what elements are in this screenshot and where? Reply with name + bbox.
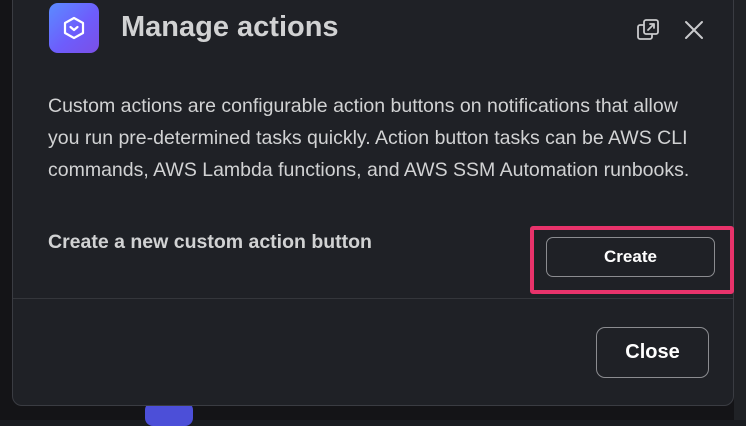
aws-chatbot-icon (49, 3, 99, 53)
popout-icon[interactable] (633, 15, 663, 45)
create-action-label: Create a new custom action button (48, 231, 372, 253)
create-button[interactable]: Create (546, 237, 715, 277)
close-icon[interactable] (679, 15, 709, 45)
background-panel-edge (734, 0, 746, 420)
modal-header: Manage actions (13, 1, 733, 57)
manage-actions-modal: Manage actions Custom actions are config… (12, 0, 734, 406)
modal-title: Manage actions (121, 11, 339, 43)
footer-divider (13, 298, 733, 299)
close-button[interactable]: Close (596, 327, 709, 378)
modal-description: Custom actions are configurable action b… (48, 95, 690, 181)
